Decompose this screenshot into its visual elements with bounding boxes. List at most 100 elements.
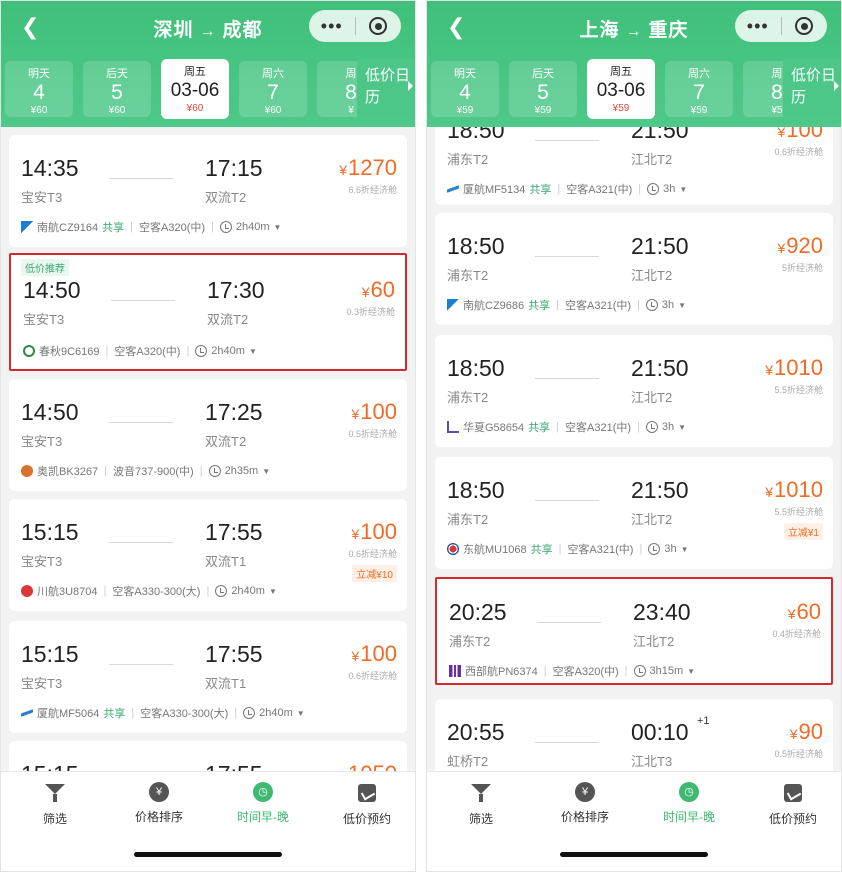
date-item[interactable]: 周六 7 ¥60: [239, 61, 307, 117]
date-item-selected[interactable]: 周五 03-06 ¥59: [587, 59, 655, 119]
aircraft-type: 空客A320(中): [552, 666, 619, 678]
flight-card[interactable]: 15:15 宝安T3 17:55 双流T1 ¥100 0.6折经济舱 厦航MF5…: [9, 621, 407, 733]
caret-down-icon[interactable]: ▼: [274, 223, 282, 232]
china-southern-logo-icon: [21, 221, 33, 233]
date-day: 03-06: [596, 80, 646, 101]
route-line: [535, 378, 599, 379]
low-price-calendar-button[interactable]: 低价日历: [783, 59, 841, 117]
date-item[interactable]: 明天 4 ¥60: [5, 61, 73, 117]
codeshare-badge: 共享: [103, 708, 126, 720]
low-price-calendar-button[interactable]: 低价日历: [357, 59, 415, 117]
currency-symbol: ¥: [361, 284, 370, 300]
china-southern-logo-icon: [447, 299, 459, 311]
date-day: 4: [459, 81, 471, 104]
price-value: 60: [370, 277, 395, 302]
date-item-selected[interactable]: 周五 03-06 ¥60: [161, 59, 229, 119]
date-day: 4: [33, 81, 45, 104]
flight-duration: 2h40m: [231, 585, 265, 597]
flight-card-partial[interactable]: 18:50 浦东T2 21:50 江北T2 ¥100 0.6折经济舱 厦航MF5…: [435, 127, 833, 205]
departure-airport: 浦东T2: [447, 390, 489, 405]
date-item[interactable]: 周六 7 ¥59: [665, 61, 733, 117]
date-item[interactable]: 后天 5 ¥59: [509, 61, 577, 117]
tab-price-sort[interactable]: ¥ 价格排序: [535, 782, 635, 825]
flight-card[interactable]: 18:50 浦东T2 21:50 江北T2 ¥920 5折经济舱 南航CZ968…: [435, 213, 833, 325]
date-item[interactable]: 明天 4 ¥59: [431, 61, 499, 117]
codeshare-badge: 共享: [529, 184, 552, 196]
more-icon[interactable]: •••: [309, 10, 355, 42]
tab-filter[interactable]: 筛选: [5, 782, 105, 827]
flight-card[interactable]: 14:50 宝安T3 17:25 双流T2 ¥100 0.5折经济舱 奥凯BK3…: [9, 379, 407, 491]
caret-down-icon[interactable]: ▼: [678, 423, 686, 432]
date-day: 7: [693, 81, 705, 104]
aircraft-type: 空客A330-300(大): [140, 708, 229, 720]
airline-flight-no: 川航3U8704: [37, 586, 98, 598]
tab-filter[interactable]: 筛选: [431, 782, 531, 827]
caret-down-icon[interactable]: ▼: [249, 347, 257, 356]
caret-down-icon[interactable]: ▼: [297, 709, 305, 718]
departure-airport: 浦东T2: [447, 268, 489, 283]
divider: |: [206, 585, 210, 597]
tab-label: 低价预约: [768, 812, 817, 826]
caret-down-icon[interactable]: ▼: [678, 301, 686, 310]
calendar-icon: [356, 784, 378, 806]
price: ¥920: [777, 233, 823, 259]
flight-card-highlighted[interactable]: 20:25 浦东T2 23:40 江北T2 ¥60 0.4折经济舱 西部航PN6…: [435, 577, 833, 685]
low-price-calendar-label: 低价日历: [365, 67, 411, 106]
aircraft-type: 波音737-900(中): [113, 466, 194, 478]
route-from: 上海: [579, 20, 620, 41]
flight-card-partial[interactable]: 15:15 17:55 ¥1050: [9, 741, 407, 773]
clock-icon: [195, 345, 208, 357]
clock-icon: [633, 665, 646, 677]
tab-label: 时间早-晚: [663, 810, 715, 824]
tab-low-price-booking[interactable]: 低价预约: [317, 782, 415, 827]
divider: |: [556, 421, 560, 433]
caret-down-icon[interactable]: ▼: [262, 467, 270, 476]
caret-down-icon[interactable]: ▼: [681, 545, 689, 554]
divider: |: [637, 421, 640, 433]
flight-card-highlighted[interactable]: 低价推荐 14:50 宝安T3 17:30 双流T2 ¥60 0.3折经济舱 春…: [9, 253, 407, 371]
flight-meta: 春秋9C6169 | 空客A320(中) | 2h40m ▼: [23, 343, 257, 359]
filter-icon: [44, 784, 66, 806]
date-price: ¥60: [186, 103, 204, 114]
date-price: ¥60: [108, 105, 126, 116]
flight-card[interactable]: 15:15 宝安T3 17:55 双流T1 ¥100 0.6折经济舱 立减¥10…: [9, 499, 407, 611]
route-to: 成都: [222, 20, 263, 41]
date-weekday: 周六: [688, 68, 710, 80]
date-item[interactable]: 后天 5 ¥60: [83, 61, 151, 117]
flight-card[interactable]: 14:35 宝安T3 17:15 双流T2 ¥1270 6.6折经济舱 南航CZ…: [9, 135, 407, 247]
clock-icon: [645, 421, 658, 433]
flight-card-partial[interactable]: 20:55 虹桥T2 00:10 +1 江北T3 ¥90 0.5折经济舱: [435, 699, 833, 773]
arrival-time: 17:55: [205, 641, 263, 667]
caret-down-icon[interactable]: ▼: [269, 587, 277, 596]
close-miniprogram-icon[interactable]: [356, 17, 402, 35]
codeshare-badge: 共享: [528, 300, 551, 312]
tab-time-sort[interactable]: ◷ 时间早-晚: [213, 782, 313, 825]
departure-time: 18:50: [447, 233, 505, 259]
arrival-airport: 江北T2: [631, 512, 673, 527]
tab-price-sort[interactable]: ¥ 价格排序: [109, 782, 209, 825]
flight-card[interactable]: 18:50 浦东T2 21:50 江北T2 ¥1010 5.5折经济舱 华夏G5…: [435, 335, 833, 447]
date-item[interactable]: 周 8 ¥: [317, 61, 357, 117]
date-item[interactable]: 周 8 ¥5: [743, 61, 783, 117]
clock-icon: [215, 585, 228, 597]
tab-time-sort[interactable]: ◷ 时间早-晚: [639, 782, 739, 825]
route-line: [537, 622, 601, 623]
flight-card[interactable]: 18:50 浦东T2 21:50 江北T2 ¥1010 5.5折经济舱 立减¥1…: [435, 457, 833, 569]
cabin-discount: 5折经济舱: [781, 263, 823, 273]
tab-low-price-booking[interactable]: 低价预约: [743, 782, 841, 827]
more-icon[interactable]: •••: [735, 10, 781, 42]
close-miniprogram-icon[interactable]: [782, 17, 828, 35]
aircraft-type: 空客A321(中): [567, 544, 634, 556]
home-indicator[interactable]: [560, 852, 708, 857]
airline-flight-no: 奥凯BK3267: [37, 466, 99, 478]
divider: |: [624, 665, 628, 677]
home-indicator[interactable]: [134, 852, 282, 857]
arrival-airport: 江北T3: [631, 754, 673, 769]
caret-down-icon[interactable]: ▼: [679, 185, 687, 194]
caret-down-icon[interactable]: ▼: [687, 667, 695, 676]
date-weekday: 后天: [106, 68, 128, 80]
flight-meta: 西部航PN6374 | 空客A320(中) | 3h15m ▼: [449, 663, 695, 679]
route-from: 深圳: [153, 20, 194, 41]
divider: |: [639, 543, 643, 555]
divider: |: [103, 585, 107, 597]
